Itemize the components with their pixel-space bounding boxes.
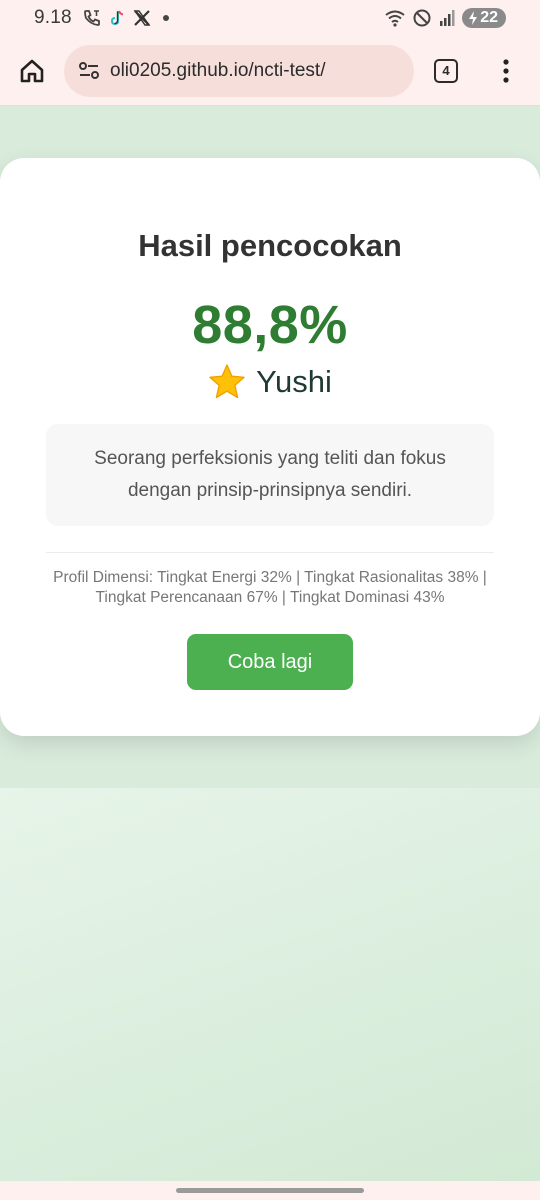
- dimension-profile: Profil Dimensi: Tingkat Energi 32% | Tin…: [53, 569, 487, 606]
- result-title: Hasil pencocokan: [138, 228, 402, 263]
- retry-button[interactable]: Coba lagi: [187, 634, 353, 690]
- do-not-disturb-icon: [412, 8, 432, 28]
- web-page: Hasil pencocokan 88,8% Yushi Seorang per…: [0, 106, 540, 1181]
- x-icon: [132, 8, 152, 28]
- status-left-icons: [82, 8, 169, 28]
- page-background-lower: [0, 788, 540, 1181]
- home-button[interactable]: [14, 53, 50, 89]
- tab-count: 4: [442, 63, 450, 78]
- result-card: Hasil pencocokan 88,8% Yushi Seorang per…: [0, 158, 540, 736]
- browser-menu-button[interactable]: [496, 53, 516, 89]
- result-description: Seorang perfeksionis yang teliti dan fok…: [94, 448, 446, 501]
- phone-screen: 9.18 22 oli0205.github.io/ncti-test/ 4 H…: [0, 0, 540, 1200]
- divider: [46, 552, 494, 553]
- tab-switcher-button[interactable]: 4: [434, 58, 458, 83]
- site-settings-icon[interactable]: [78, 61, 100, 81]
- notification-dot-icon: [162, 15, 169, 21]
- browser-toolbar: oli0205.github.io/ncti-test/ 4: [0, 36, 540, 106]
- battery-level: 22: [480, 9, 498, 26]
- status-time: 9.18: [34, 7, 72, 28]
- result-name-row: Yushi: [0, 363, 540, 401]
- signal-icon: [438, 9, 456, 27]
- address-bar[interactable]: oli0205.github.io/ncti-test/: [64, 44, 414, 97]
- description-box: Seorang perfeksionis yang teliti dan fok…: [46, 424, 494, 526]
- battery-icon: 22: [462, 8, 506, 28]
- url-text: oli0205.github.io/ncti-test/: [110, 59, 326, 81]
- home-indicator[interactable]: [176, 1188, 364, 1193]
- more-vertical-icon: [503, 58, 509, 83]
- call-icon: [82, 8, 102, 28]
- match-score: 88,8%: [192, 295, 348, 355]
- status-right-icons: 22: [384, 8, 506, 28]
- star-icon: [208, 363, 246, 401]
- home-icon: [20, 59, 44, 82]
- wifi-icon: [384, 9, 406, 27]
- navigation-bar: [0, 1181, 540, 1200]
- result-name: Yushi: [256, 364, 332, 399]
- tiktok-icon: [107, 8, 127, 28]
- status-bar: 9.18 22: [0, 0, 540, 36]
